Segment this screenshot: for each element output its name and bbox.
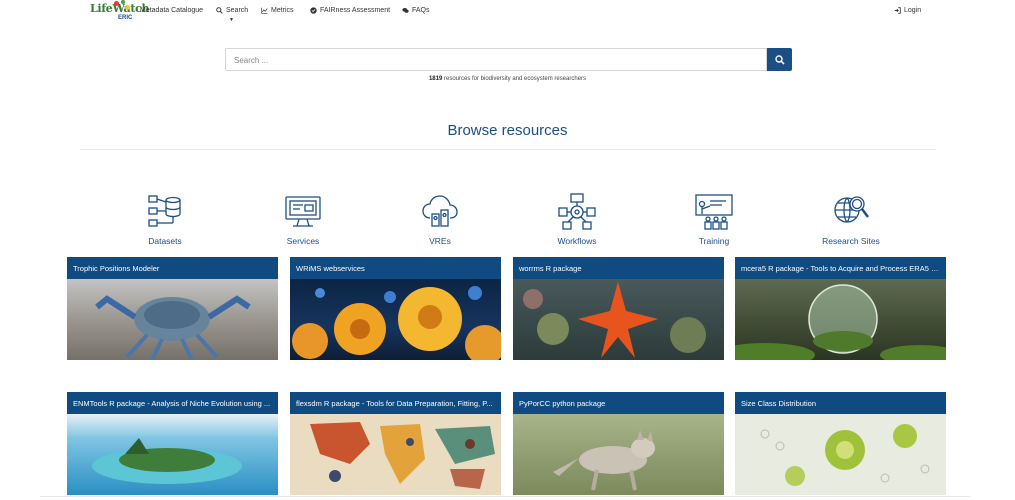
chevron-down-icon[interactable]: ▼ <box>229 17 234 23</box>
logo-eric: ERIC <box>118 15 133 21</box>
card-image-crab <box>67 279 278 360</box>
search-input[interactable]: Search ... <box>225 48 767 71</box>
resource-card[interactable]: ENMTools R package - Analysis of Niche E… <box>67 392 278 495</box>
training-icon <box>695 194 733 230</box>
category-workflows-label: Workflows <box>557 236 597 246</box>
nav-faqs-label: FAQs <box>412 7 430 14</box>
resource-card[interactable]: PyPorCC python package <box>513 392 724 495</box>
category-services-label: Services <box>286 236 320 246</box>
logo-leaf-icon <box>125 5 130 10</box>
research-sites-icon <box>834 196 869 223</box>
nav-fairness-assessment[interactable]: FAIRness Assessment <box>310 7 390 14</box>
vres-icon <box>422 195 458 227</box>
category-training[interactable]: Training <box>664 192 764 246</box>
card-image-fox <box>513 414 724 495</box>
resource-card[interactable]: flexsdm R package - Tools for Data Prepa… <box>290 392 501 495</box>
category-research-sites-label: Research Sites <box>822 236 880 246</box>
resource-card[interactable]: worrms R package <box>513 257 724 360</box>
sign-in-icon <box>894 7 901 14</box>
nav-login[interactable]: Login <box>894 7 921 14</box>
resource-card[interactable]: mcera5 R package - Tools to Acquire and … <box>735 257 946 360</box>
logo-bud-icon <box>121 0 125 4</box>
search-icon <box>216 7 223 14</box>
card-image-coral-reef <box>290 279 501 360</box>
category-vres[interactable]: VREs <box>390 192 490 246</box>
datasets-icon <box>148 195 181 227</box>
top-navbar: LifeWatch ERIC Metadata Catalogue Search… <box>0 0 1015 26</box>
services-icon <box>285 196 321 227</box>
lifewatch-logo[interactable]: LifeWatch ERIC <box>88 0 150 24</box>
category-datasets-label: Datasets <box>148 236 182 246</box>
card-title: Size Class Distribution <box>735 392 946 414</box>
resource-card[interactable]: Size Class Distribution <box>735 392 946 495</box>
workflows-icon <box>558 193 596 230</box>
nav-search-label: Search <box>226 7 249 14</box>
comments-icon <box>402 7 409 13</box>
chart-line-icon <box>261 7 268 14</box>
nav-fairness-label: FAIRness Assessment <box>320 7 391 14</box>
search-icon <box>774 54 785 65</box>
card-title: worrms R package <box>513 257 724 279</box>
card-image-terrarium <box>735 279 946 360</box>
resource-card[interactable]: WRiMS webservices <box>290 257 501 360</box>
browse-resources-heading: Browse resources <box>447 122 568 139</box>
category-training-label: Training <box>698 236 730 246</box>
card-title: Trophic Positions Modeler <box>67 257 278 279</box>
category-services[interactable]: Services <box>253 192 353 246</box>
card-image-island <box>67 414 278 495</box>
resource-card[interactable]: Trophic Positions Modeler <box>67 257 278 360</box>
nav-metrics-label: Metrics <box>271 7 294 14</box>
card-image-animal-map <box>290 414 501 495</box>
nav-faqs[interactable]: FAQs <box>402 7 430 14</box>
logo-flower-icon <box>114 1 119 6</box>
category-datasets[interactable]: Datasets <box>115 192 215 246</box>
nav-login-label: Login <box>904 7 922 14</box>
nav-metadata-catalogue[interactable]: Metadata Catalogue <box>140 7 203 14</box>
search-button[interactable] <box>767 48 792 71</box>
card-title: PyPorCC python package <box>513 392 724 414</box>
card-image-microscopy <box>735 414 946 495</box>
section-divider <box>80 149 936 150</box>
resource-count-text: resources for biodiversity and ecosystem… <box>443 76 587 82</box>
nav-metrics[interactable]: Metrics <box>261 7 294 14</box>
card-title: ENMTools R package - Analysis of Niche E… <box>67 392 278 414</box>
category-vres-label: VREs <box>429 236 451 246</box>
resource-count-number: 1819 <box>428 76 443 82</box>
category-research-sites[interactable]: Research Sites <box>801 192 901 246</box>
nav-search[interactable]: Search <box>216 7 248 14</box>
resource-count: 1819 resources for biodiversity and ecos… <box>0 76 1015 82</box>
card-title: flexsdm R package - Tools for Data Prepa… <box>290 392 501 414</box>
check-circle-icon <box>310 7 317 14</box>
card-title: WRiMS webservices <box>290 257 501 279</box>
page-bottom-divider <box>40 496 970 497</box>
category-workflows[interactable]: Workflows <box>527 192 627 246</box>
card-image-starfish <box>513 279 724 360</box>
card-title: mcera5 R package - Tools to Acquire and … <box>735 257 946 279</box>
